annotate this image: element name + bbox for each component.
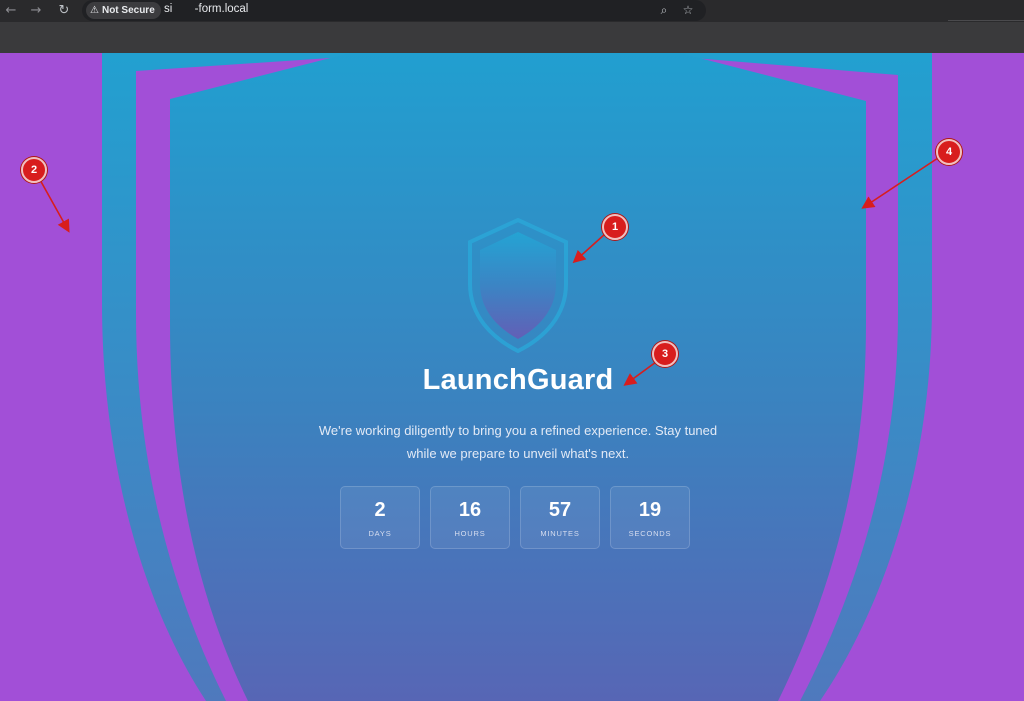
countdown: 2 DAYS 16 HOURS 57 MINUTES 19 SECONDS	[340, 486, 690, 549]
countdown-hours: 16 HOURS	[430, 486, 510, 549]
countdown-value: 19	[638, 499, 662, 521]
countdown-label: SECONDS	[628, 529, 672, 538]
countdown-minutes: 57 MINUTES	[520, 486, 600, 549]
countdown-label: DAYS	[368, 529, 392, 538]
reload-icon[interactable]: ↻	[55, 2, 73, 20]
countdown-seconds: 19 SECONDS	[610, 486, 690, 549]
tagline-line-2: while we prepare to unveil what's next.	[406, 446, 630, 461]
back-icon[interactable]: ←	[2, 2, 20, 20]
countdown-label: HOURS	[454, 529, 486, 538]
countdown-label: MINUTES	[540, 529, 580, 538]
bookmark-star-icon[interactable]: ☆	[680, 2, 696, 18]
countdown-value: 2	[374, 499, 386, 521]
address-bar[interactable]: ⚠ Not Secure si -form.local ⌕ ☆	[82, 0, 706, 21]
warning-icon: ⚠	[90, 5, 99, 16]
brand-title: LaunchGuard	[422, 364, 614, 396]
countdown-value: 16	[458, 499, 482, 521]
tagline: We're working diligently to bring you a …	[300, 419, 736, 465]
forward-icon[interactable]: →	[27, 2, 45, 20]
landing-page: LaunchGuard We're working diligently to …	[0, 53, 1024, 701]
hero: LaunchGuard We're working diligently to …	[0, 53, 1024, 701]
shield-logo-icon	[468, 218, 568, 353]
zoom-icon[interactable]: ⌕	[656, 2, 672, 18]
security-chip[interactable]: ⚠ Not Secure	[86, 2, 161, 19]
toolbar-divider	[948, 20, 1024, 21]
browser-chrome: ← → ↻ ⚠ Not Secure si -form.local ⌕ ☆	[0, 0, 1024, 53]
url-text[interactable]: si -form.local	[164, 3, 248, 15]
tagline-line-1: We're working diligently to bring you a …	[318, 423, 718, 438]
toolbar: ← → ↻ ⚠ Not Secure si -form.local ⌕ ☆	[0, 0, 1024, 22]
countdown-value: 57	[548, 499, 572, 521]
security-label: Not Secure	[101, 5, 155, 16]
countdown-days: 2 DAYS	[340, 486, 420, 549]
